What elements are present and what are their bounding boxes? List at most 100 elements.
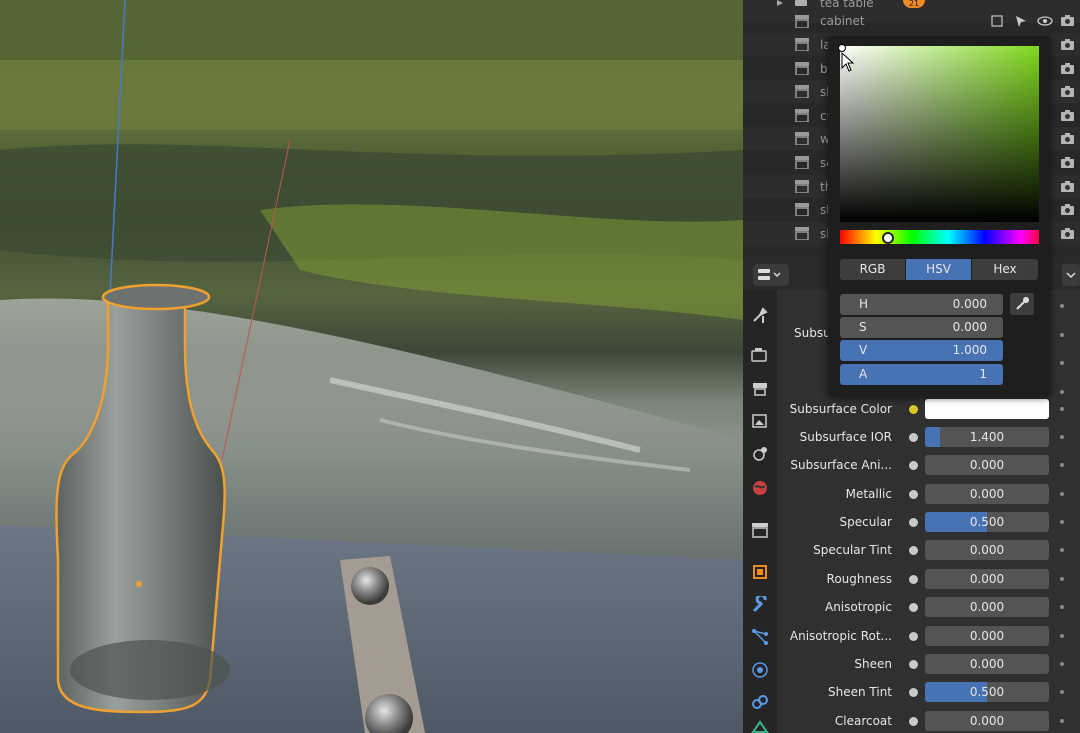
socket-dot[interactable] (909, 575, 918, 584)
collection-box-icon (795, 109, 809, 122)
view-layer-icon[interactable] (748, 409, 772, 433)
socket-dot[interactable] (909, 632, 918, 641)
socket-dot[interactable] (909, 603, 918, 612)
property-slider[interactable]: 0.000 (925, 569, 1049, 589)
camera-icon[interactable] (1060, 132, 1075, 145)
modifier-icon[interactable] (748, 593, 772, 617)
collection-icon[interactable] (748, 518, 772, 542)
property-value: 0.000 (969, 600, 1005, 614)
camera-icon[interactable] (1060, 38, 1075, 51)
physics-icon[interactable] (748, 658, 772, 682)
header-dropdown-button[interactable] (1062, 264, 1080, 286)
row-dot (1060, 690, 1064, 694)
constraints-icon[interactable] (748, 690, 772, 714)
properties-editor-icon (758, 269, 781, 280)
outliner-row[interactable] (743, 10, 1080, 33)
socket-dot[interactable] (909, 461, 918, 470)
socket-dot[interactable] (909, 546, 918, 555)
camera-icon[interactable] (1060, 62, 1075, 75)
property-slider[interactable]: 0.000 (925, 455, 1049, 475)
value-field-label: V (859, 343, 868, 357)
camera-icon[interactable] (1060, 180, 1075, 193)
collection-box-icon (795, 132, 809, 145)
rgb-mode-button[interactable]: RGB (840, 259, 905, 280)
saturation-value-square[interactable] (840, 46, 1039, 222)
expand-arrow-icon[interactable] (776, 0, 786, 6)
object-icon[interactable] (748, 560, 772, 584)
row-dot (1060, 361, 1064, 365)
row-dot (1060, 407, 1064, 411)
collection-box-icon (795, 62, 809, 75)
select-arrow-icon[interactable] (1015, 15, 1027, 28)
render-icon[interactable] (748, 343, 772, 367)
camera-icon[interactable] (1060, 203, 1075, 216)
hsv-mode-button[interactable]: HSV (906, 259, 971, 280)
output-icon[interactable] (748, 377, 772, 401)
property-label: Specular (839, 515, 892, 529)
property-slider[interactable]: 0.000 (925, 597, 1049, 617)
row-dot (1060, 390, 1064, 394)
hex-mode-button[interactable]: Hex (972, 259, 1038, 280)
property-label: Anisotropic Rot... (789, 629, 892, 643)
value-field[interactable]: V 1.000 (840, 340, 1003, 361)
hue-field-value: 0.000 (952, 297, 987, 311)
property-slider[interactable]: 0.000 (925, 540, 1049, 560)
tool-icon[interactable] (748, 303, 772, 327)
chevron-down-icon (1066, 272, 1076, 279)
collection-box-icon (795, 203, 809, 216)
value-field-value: 1.000 (952, 343, 987, 357)
property-value: 0.000 (969, 487, 1005, 501)
property-value: 1.400 (969, 430, 1005, 444)
checkbox-icon[interactable] (795, 0, 807, 6)
camera-icon[interactable] (1060, 85, 1075, 98)
socket-dot[interactable] (909, 433, 918, 442)
row-dot (1060, 577, 1064, 581)
outliner-item-label: b (820, 62, 828, 76)
camera-icon[interactable] (1060, 109, 1075, 122)
socket-dot[interactable] (909, 717, 918, 726)
socket-dot[interactable] (909, 490, 918, 499)
saturation-field-value: 0.000 (952, 320, 987, 334)
world-icon[interactable] (748, 476, 772, 500)
property-slider[interactable]: 0.000 (925, 626, 1049, 646)
property-slider[interactable] (925, 399, 1049, 419)
particles-icon[interactable] (748, 625, 772, 649)
row-dot (1060, 548, 1064, 552)
property-slider[interactable]: 1.400 (925, 427, 1049, 447)
row-dot (1060, 304, 1064, 308)
sv-cursor[interactable] (838, 44, 846, 52)
property-label: Roughness (826, 572, 892, 586)
camera-icon[interactable] (1060, 14, 1075, 27)
property-label: Clearcoat (834, 714, 892, 728)
property-slider[interactable]: 0.500 (925, 682, 1049, 702)
property-slider[interactable]: 0.000 (925, 654, 1049, 674)
data-icon[interactable] (748, 720, 772, 733)
saturation-field[interactable]: S 0.000 (840, 317, 1003, 338)
socket-dot[interactable] (909, 688, 918, 697)
eyedropper-button[interactable] (1010, 293, 1034, 315)
property-slider[interactable]: 0.500 (925, 512, 1049, 532)
checkbox-icon[interactable] (991, 15, 1003, 27)
eye-icon[interactable] (1037, 16, 1053, 26)
socket-dot[interactable] (909, 405, 918, 414)
hue-slider[interactable] (840, 230, 1039, 244)
property-value: 0.000 (969, 714, 1005, 728)
property-label: Metallic (845, 487, 892, 501)
property-value: 0.500 (969, 515, 1005, 529)
3d-viewport[interactable] (0, 0, 743, 733)
property-slider[interactable]: 0.000 (925, 711, 1049, 731)
hue-field[interactable]: H 0.000 (840, 294, 1003, 315)
socket-dot[interactable] (909, 660, 918, 669)
camera-icon[interactable] (1060, 227, 1075, 240)
editor-type-button[interactable] (753, 264, 789, 286)
alpha-field[interactable]: A 1 (840, 364, 1003, 385)
collection-box-icon (795, 15, 809, 28)
property-slider[interactable]: 0.000 (925, 484, 1049, 504)
alpha-field-value: 1 (979, 367, 987, 381)
camera-icon[interactable] (1060, 156, 1075, 169)
hue-handle[interactable] (882, 232, 894, 244)
row-dot (1060, 333, 1064, 337)
scene-icon[interactable] (748, 442, 772, 466)
property-value: 0.500 (969, 685, 1005, 699)
socket-dot[interactable] (909, 518, 918, 527)
